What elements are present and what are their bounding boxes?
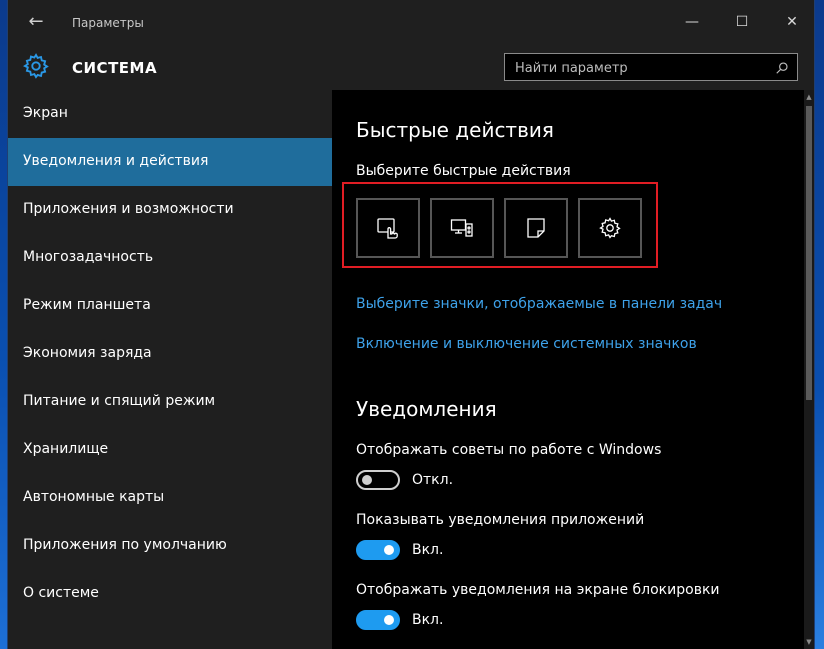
settings-icon — [599, 217, 621, 239]
search-input[interactable] — [515, 59, 765, 77]
sidebar-item-default-apps[interactable]: Приложения по умолчанию — [8, 522, 332, 570]
taskbar-icons-link[interactable]: Выберите значки, отображаемые в панели з… — [356, 296, 722, 312]
toggle-state-lock-screen: Вкл. — [412, 612, 444, 628]
sidebar-item-label: Приложения по умолчанию — [23, 537, 227, 553]
search-box[interactable] — [504, 53, 798, 81]
minimize-button[interactable]: — — [676, 8, 708, 36]
quick-action-tablet-mode[interactable] — [356, 198, 420, 258]
gear-icon — [22, 52, 50, 80]
desktop-background-left — [0, 0, 8, 649]
sidebar-item-multitasking[interactable]: Многозадачность — [8, 234, 332, 282]
sidebar-item-label: О системе — [23, 585, 99, 601]
title-bar: ← Параметры — ☐ ✕ — [8, 0, 814, 46]
sidebar-item-label: Режим планшета — [23, 297, 151, 313]
toggle-knob — [362, 475, 372, 485]
scrollbar[interactable]: ▲ ▼ — [804, 90, 814, 649]
sidebar: Экран Уведомления и действия Приложения … — [8, 90, 332, 649]
connect-icon — [450, 219, 473, 237]
scroll-up-icon[interactable]: ▲ — [804, 92, 814, 102]
sidebar-item-label: Приложения и возможности — [23, 201, 234, 217]
toggle-knob — [384, 615, 394, 625]
sidebar-item-power-sleep[interactable]: Питание и спящий режим — [8, 378, 332, 426]
sidebar-item-label: Уведомления и действия — [23, 153, 209, 169]
toggle-tips[interactable] — [356, 470, 400, 490]
search-icon[interactable] — [775, 60, 789, 74]
page-header: СИСТЕМА — [8, 46, 814, 90]
tablet-mode-icon — [377, 218, 398, 239]
toggle-lock-screen[interactable] — [356, 610, 400, 630]
note-icon — [527, 218, 545, 238]
sidebar-item-about[interactable]: О системе — [8, 570, 332, 618]
setting-label-app-notifications: Показывать уведомления приложений — [356, 512, 645, 528]
sidebar-item-label: Питание и спящий режим — [23, 393, 216, 409]
toggle-state-tips: Откл. — [412, 472, 454, 488]
setting-label-tips: Отображать советы по работе с Windows — [356, 442, 662, 458]
sidebar-item-display[interactable]: Экран — [8, 90, 332, 138]
maximize-button[interactable]: ☐ — [726, 8, 758, 36]
back-arrow-icon[interactable]: ← — [24, 10, 48, 34]
sidebar-item-label: Автономные карты — [23, 489, 165, 505]
sidebar-item-offline-maps[interactable]: Автономные карты — [8, 474, 332, 522]
quick-action-note[interactable] — [504, 198, 568, 258]
quick-actions-subheading: Выберите быстрые действия — [356, 163, 571, 179]
toggle-state-app-notifications: Вкл. — [412, 542, 444, 558]
system-icons-link[interactable]: Включение и выключение системных значков — [356, 336, 697, 352]
close-button[interactable]: ✕ — [776, 8, 808, 36]
notifications-heading: Уведомления — [356, 397, 497, 421]
toggle-knob — [384, 545, 394, 555]
scroll-down-icon[interactable]: ▼ — [804, 637, 814, 647]
sidebar-item-storage[interactable]: Хранилище — [8, 426, 332, 474]
toggle-app-notifications[interactable] — [356, 540, 400, 560]
sidebar-item-battery-saver[interactable]: Экономия заряда — [8, 330, 332, 378]
quick-actions-heading: Быстрые действия — [356, 118, 554, 142]
content-pane: Быстрые действия Выберите быстрые действ… — [332, 90, 804, 649]
sidebar-item-label: Многозадачность — [23, 249, 154, 265]
page-title: СИСТЕМА — [72, 59, 158, 77]
quick-action-connect[interactable] — [430, 198, 494, 258]
settings-window: ← Параметры — ☐ ✕ СИСТЕМА Экран — [8, 0, 814, 649]
window-title: Параметры — [72, 16, 144, 30]
sidebar-item-label: Хранилище — [23, 441, 109, 457]
sidebar-item-label: Экран — [23, 105, 68, 121]
setting-label-lock-screen: Отображать уведомления на экране блокиро… — [356, 582, 720, 598]
sidebar-item-notifications[interactable]: Уведомления и действия — [8, 138, 332, 186]
sidebar-item-label: Экономия заряда — [23, 345, 152, 361]
sidebar-item-tablet-mode[interactable]: Режим планшета — [8, 282, 332, 330]
quick-action-settings[interactable] — [578, 198, 642, 258]
scroll-thumb[interactable] — [806, 106, 812, 400]
sidebar-item-apps-features[interactable]: Приложения и возможности — [8, 186, 332, 234]
